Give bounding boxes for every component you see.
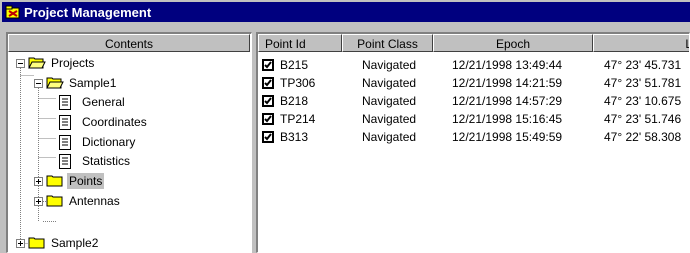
latitude-cell: 47° 22' 58.308 (604, 130, 682, 144)
point-class-cell: Navigated (362, 112, 417, 126)
tree-node-antennas[interactable]: Antennas (34, 193, 122, 209)
epoch-cell: 12/21/1998 13:49:44 (452, 58, 563, 72)
epoch-cell: 12/21/1998 14:21:59 (452, 76, 563, 90)
epoch-cell: 12/21/1998 14:57:29 (452, 94, 563, 108)
tree-node-statistics[interactable]: Statistics (58, 153, 132, 169)
epoch-cell: 12/21/1998 15:49:59 (452, 130, 563, 144)
tree-node-label: Projects (51, 56, 95, 70)
tree-node-label: Coordinates (82, 115, 147, 129)
latitude-cell: 47° 23' 45.731 (604, 58, 682, 72)
check-icon[interactable] (262, 77, 274, 89)
expand-toggle-icon[interactable] (34, 196, 43, 206)
tree-node-points[interactable]: Points (34, 173, 105, 189)
tree-node-dictionary[interactable]: Dictionary (58, 134, 137, 150)
document-icon (59, 94, 71, 110)
latitude-cell: 47° 23' 10.675 (604, 94, 682, 108)
tree-node-label: Antennas (69, 194, 120, 208)
point-class-cell: Navigated (362, 94, 417, 108)
folder-open-icon (28, 57, 46, 69)
document-icon (59, 134, 71, 150)
tree-node-sample2[interactable]: Sample2 (16, 235, 100, 251)
check-icon[interactable] (262, 131, 274, 143)
project-management-window: Project Management Contents Projects Sam… (0, 0, 690, 253)
folder-open-icon (46, 77, 64, 89)
tree-node-general[interactable]: General (58, 94, 127, 110)
document-icon (59, 114, 71, 130)
point-id-cell: TP306 (280, 76, 316, 90)
column-header-point-class[interactable]: Point Class (342, 34, 433, 52)
tree-node-projects[interactable]: Projects (16, 55, 96, 71)
point-id-cell: B218 (280, 94, 309, 108)
folder-icon (46, 195, 63, 207)
tree-node-label: Points (67, 173, 105, 189)
tree-node-coordinates[interactable]: Coordinates (58, 114, 149, 130)
check-icon[interactable] (262, 113, 274, 125)
tree-node-sample1[interactable]: Sample1 (34, 75, 118, 91)
project-tree[interactable]: Projects Sample1 General Coordinates Dic… (8, 54, 250, 251)
point-id-cell: TP214 (280, 112, 316, 126)
app-icon (5, 5, 20, 19)
check-icon[interactable] (262, 95, 274, 107)
folder-icon (28, 237, 45, 249)
collapse-toggle-icon[interactable] (34, 78, 43, 88)
title-bar[interactable]: Project Management (2, 2, 690, 22)
tree-node-label: Statistics (82, 154, 131, 168)
expand-toggle-icon[interactable] (34, 176, 43, 186)
point-id-cell: B215 (280, 58, 309, 72)
point-class-cell: Navigated (362, 58, 417, 72)
column-header-latitude[interactable]: L (593, 34, 689, 52)
window-title: Project Management (24, 4, 152, 20)
folder-icon (46, 175, 63, 187)
column-header-point-id[interactable]: Point Id (258, 34, 342, 52)
collapse-toggle-icon[interactable] (16, 58, 25, 68)
column-header-epoch[interactable]: Epoch (433, 34, 593, 52)
tree-node-label: Dictionary (82, 135, 136, 149)
latitude-cell: 47° 23' 51.781 (604, 76, 682, 90)
contents-tree-pane[interactable]: Contents Projects Sample1 General Coordi… (6, 32, 252, 253)
expand-toggle-icon[interactable] (16, 238, 25, 248)
point-id-cell: B313 (280, 130, 309, 144)
check-icon[interactable] (262, 59, 274, 71)
epoch-cell: 12/21/1998 15:16:45 (452, 112, 563, 126)
document-icon (59, 153, 71, 169)
points-list-pane[interactable]: Point Id Point Class Epoch L B215 Naviga… (256, 32, 690, 253)
tree-node-label: Sample1 (69, 76, 117, 90)
latitude-cell: 47° 23' 51.746 (604, 112, 682, 126)
tree-node-label: General (82, 95, 125, 109)
tree-node-label: Sample2 (51, 236, 99, 250)
contents-header[interactable]: Contents (8, 34, 250, 52)
point-class-cell: Navigated (362, 76, 417, 90)
point-class-cell: Navigated (362, 130, 417, 144)
